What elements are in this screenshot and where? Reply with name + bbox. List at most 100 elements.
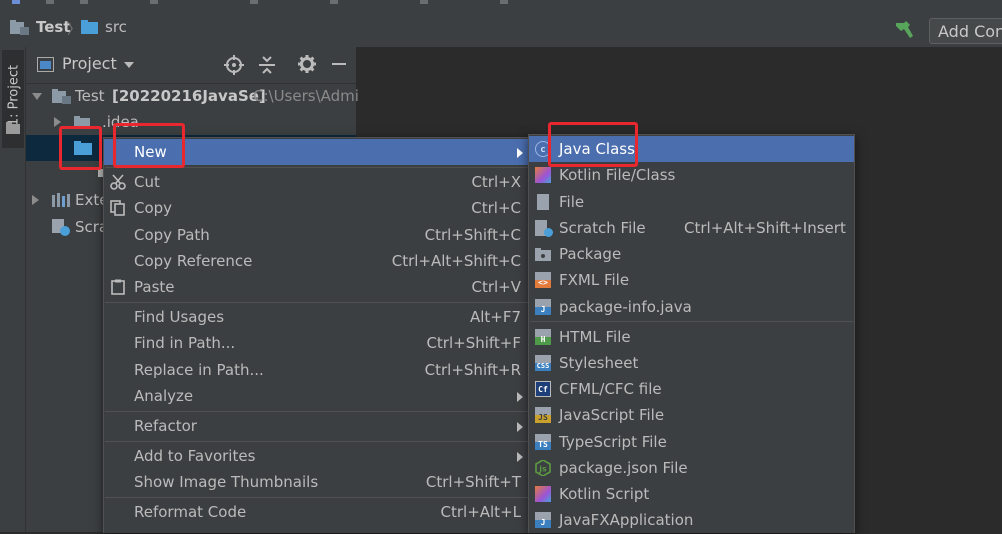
submenu-arrow-icon	[517, 452, 523, 462]
menu-item-analyze[interactable]: Analyze	[104, 383, 529, 409]
submenu-item-package-info[interactable]: J package-info.java	[529, 294, 854, 320]
submenu-item-package[interactable]: Package	[529, 241, 854, 267]
menu-item-fragment[interactable]	[330, 0, 338, 4]
submenu-item-stylesheet[interactable]: CSS Stylesheet	[529, 350, 854, 376]
root-project-path: C:\Users\Admi	[253, 87, 359, 105]
new-submenu: c Java Class Kotlin File/Class File Scra…	[528, 134, 855, 533]
collapse-all-icon[interactable]	[258, 55, 276, 75]
menu-item-find-in-path[interactable]: Find in Path... Ctrl+Shift+F	[104, 330, 529, 356]
submenu-item-fxml-file[interactable]: <> FXML File	[529, 267, 854, 293]
shortcut-label: Ctrl+Shift+T	[425, 473, 521, 491]
navigation-bar: Test 〉 src Add Con	[0, 7, 1002, 48]
submenu-item-label: package-info.java	[559, 298, 692, 316]
javafx-icon: J	[535, 512, 551, 528]
tree-root-row[interactable]: Test [20220216JavaSe] C:\Users\Admi	[30, 83, 359, 109]
fxml-file-icon: <>	[535, 272, 551, 288]
submenu-arrow-icon	[517, 148, 523, 158]
shortcut-label: Ctrl+Alt+Shift+Insert	[684, 219, 846, 237]
locate-target-icon[interactable]	[224, 55, 244, 75]
minimize-icon[interactable]	[332, 63, 346, 65]
submenu-item-cfml-file[interactable]: Cf CFML/CFC file	[529, 376, 854, 402]
submenu-item-label: Package	[559, 245, 622, 263]
shortcut-label: Ctrl+Shift+F	[426, 334, 521, 352]
menu-item-paste[interactable]: Paste Ctrl+V	[104, 274, 529, 300]
menu-item-reformat-code[interactable]: Reformat Code Ctrl+Alt+L	[104, 499, 529, 525]
library-icon	[52, 193, 70, 207]
submenu-item-html-file[interactable]: H HTML File	[529, 324, 854, 350]
menu-item-copy[interactable]: Copy Ctrl+C	[104, 195, 529, 221]
project-view-title[interactable]: Project	[62, 54, 117, 73]
menu-item-refactor[interactable]: Refactor	[104, 413, 529, 439]
gear-icon[interactable]	[298, 55, 316, 73]
submenu-item-label: Scratch File	[559, 219, 646, 237]
root-module-name: [20220216JavaSe]	[112, 87, 266, 105]
project-module-icon	[52, 89, 71, 104]
menu-item-label: Replace in Path...	[134, 361, 264, 379]
kotlin-script-icon	[535, 486, 551, 502]
menu-item-find-usages[interactable]: Find Usages Alt+F7	[104, 304, 529, 330]
submenu-item-javafx-application[interactable]: J JavaFXApplication	[529, 507, 854, 533]
java-file-icon: J	[535, 299, 551, 315]
menu-item-show-image-thumbnails[interactable]: Show Image Thumbnails Ctrl+Shift+T	[104, 469, 529, 495]
shortcut-label: Ctrl+Shift+C	[424, 226, 521, 244]
submenu-item-package-json[interactable]: js package.json File	[529, 455, 854, 481]
project-folder-icon	[10, 20, 29, 35]
ts-file-icon: TS	[535, 434, 551, 450]
copy-icon	[110, 200, 125, 216]
menu-item-label: Find Usages	[134, 308, 225, 326]
build-hammer-icon[interactable]	[893, 19, 915, 39]
submenu-item-typescript-file[interactable]: TS TypeScript File	[529, 429, 854, 455]
css-file-icon: CSS	[535, 355, 551, 371]
tree-row-scratches[interactable]: Scra	[30, 214, 110, 240]
svg-text:js: js	[538, 465, 547, 474]
menu-item-fragment[interactable]	[500, 0, 508, 4]
menu-item-cut[interactable]: Cut Ctrl+X	[104, 169, 529, 195]
shortcut-label: Ctrl+Shift+R	[424, 361, 521, 379]
breadcrumb-project[interactable]: Test	[10, 17, 71, 37]
menu-item-label: Show Image Thumbnails	[134, 473, 319, 491]
submenu-item-kotlin-script[interactable]: Kotlin Script	[529, 481, 854, 507]
menu-item-add-to-favorites[interactable]: Add to Favorites	[104, 443, 529, 469]
menu-item-copy-path[interactable]: Copy Path Ctrl+Shift+C	[104, 222, 529, 248]
menu-item-fragment[interactable]	[150, 0, 158, 4]
cfml-file-icon: Cf	[535, 381, 551, 397]
breadcrumb-project-label: Test	[36, 18, 71, 36]
scratch-badge-icon	[544, 228, 553, 237]
menu-item-label: Reformat Code	[134, 503, 247, 521]
submenu-item-label: File	[559, 193, 585, 211]
submenu-item-file[interactable]: File	[529, 189, 854, 215]
shortcut-label: Ctrl+Alt+Shift+C	[391, 252, 521, 270]
menu-item-fragment[interactable]	[250, 0, 258, 4]
menu-item-fragment[interactable]	[80, 0, 88, 4]
add-configuration-button[interactable]: Add Con	[929, 18, 1002, 44]
submenu-item-label: CFML/CFC file	[559, 380, 662, 398]
html-file-icon: H	[535, 329, 551, 345]
chevron-down-icon[interactable]	[124, 62, 134, 68]
menu-item-label: Copy Path	[134, 226, 210, 244]
submenu-item-scratch-file[interactable]: Scratch File Ctrl+Alt+Shift+Insert	[529, 215, 854, 241]
menu-item-replace-in-path[interactable]: Replace in Path... Ctrl+Shift+R	[104, 357, 529, 383]
scratches-icon	[52, 219, 70, 236]
tree-row-external-libraries[interactable]: Exte	[30, 187, 110, 213]
submenu-item-javascript-file[interactable]: JS JavaScript File	[529, 402, 854, 428]
file-icon	[537, 194, 549, 210]
shortcut-label: Alt+F7	[469, 308, 521, 326]
submenu-arrow-icon	[517, 392, 523, 402]
menu-item-fragment[interactable]	[46, 0, 54, 4]
menu-item-copy-reference[interactable]: Copy Reference Ctrl+Alt+Shift+C	[104, 248, 529, 274]
project-panel-header: Project	[26, 47, 356, 84]
breadcrumb-separator-icon: 〉	[67, 22, 81, 38]
menu-item-label: Refactor	[134, 417, 197, 435]
expand-arrow-icon[interactable]	[32, 93, 42, 100]
project-view-icon	[37, 57, 54, 72]
scissors-icon	[110, 174, 126, 190]
shortcut-label: Ctrl+V	[471, 278, 521, 296]
menu-item-label: Copy Reference	[134, 252, 253, 270]
breadcrumb-src[interactable]: src	[81, 17, 127, 37]
menu-item-fragment[interactable]	[420, 0, 428, 4]
expand-arrow-icon[interactable]	[32, 195, 39, 205]
shortcut-label: Ctrl+Alt+L	[440, 503, 522, 521]
highlight-box-java-class	[548, 122, 638, 167]
menu-item-label: Copy	[134, 199, 173, 217]
breadcrumb-src-label: src	[105, 18, 127, 36]
